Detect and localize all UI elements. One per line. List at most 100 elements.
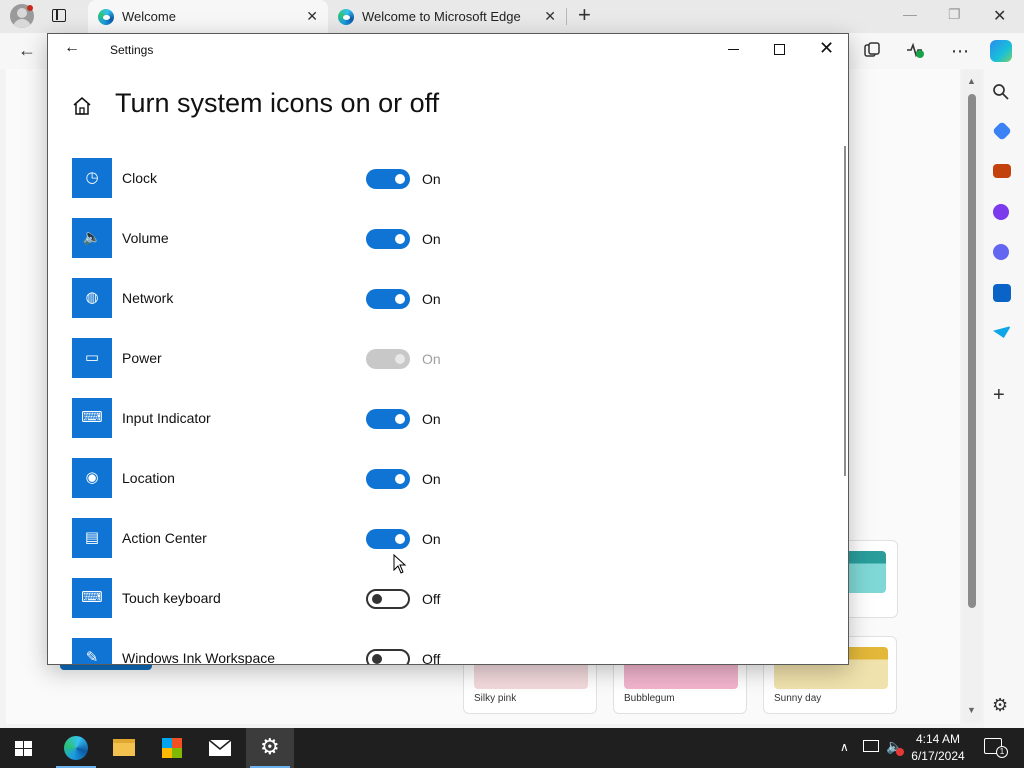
tab-close-icon[interactable]: ✕ [544, 8, 556, 25]
sidebar-settings-gear-icon[interactable]: ⚙ [992, 695, 1008, 716]
tab-actions-menu-icon[interactable] [50, 7, 70, 25]
settings-titlebar: ← Settings ✕ [48, 34, 848, 66]
tools-briefcase-icon[interactable] [993, 164, 1011, 178]
page-scrollbar-thumb[interactable] [968, 94, 976, 608]
more-options-icon[interactable]: ⋯ [950, 41, 970, 61]
network-tray-icon[interactable] [863, 740, 879, 752]
toggle-state-label: On [422, 471, 441, 487]
taskbar-file-explorer-button[interactable] [100, 728, 148, 768]
tab-title: Welcome to Microsoft Edge [362, 9, 521, 24]
system-icon-label: Windows Ink Workspace [122, 650, 276, 665]
notification-count-badge: 1 [996, 746, 1008, 758]
system-icon-label: Location [122, 470, 175, 486]
system-icon-row-windows-ink: ✎ Windows Ink Workspace Off [72, 638, 492, 665]
system-icon-row-action-center: ▤ Action Center On [72, 518, 492, 558]
system-icon-label: Network [122, 290, 174, 306]
collections-icon[interactable] [862, 41, 882, 61]
edge-favicon-icon [98, 8, 114, 25]
windows-ink-toggle[interactable] [366, 649, 410, 664]
home-icon[interactable] [72, 96, 92, 116]
settings-close-button[interactable]: ✕ [819, 38, 834, 59]
taskbar-settings-button[interactable]: ⚙ [246, 728, 294, 768]
system-icon-row-volume: 🔈 Volume On [72, 218, 492, 258]
settings-scrollbar[interactable] [844, 146, 846, 476]
settings-icon: ⚙ [260, 734, 280, 759]
scroll-up-arrow-icon[interactable]: ▲ [967, 76, 976, 86]
file-explorer-icon [113, 739, 135, 756]
power-toggle [366, 349, 410, 369]
system-icon-row-network: ◍ Network On [72, 278, 492, 318]
location-toggle[interactable] [366, 469, 410, 489]
new-tab-button[interactable]: + [578, 4, 591, 26]
browser-essentials-icon[interactable] [905, 41, 925, 61]
page-title: Turn system icons on or off [115, 88, 440, 118]
input-indicator-toggle[interactable] [366, 409, 410, 429]
browser-tab-welcome[interactable]: Welcome ✕ [88, 0, 328, 33]
games-icon[interactable] [993, 204, 1009, 220]
action-center-icon: ▤ [72, 518, 112, 558]
system-icon-row-location: ◉ Location On [72, 458, 492, 498]
tab-title: Welcome [122, 9, 176, 24]
volume-icon: 🔈 [72, 218, 112, 258]
tab-close-icon[interactable]: ✕ [306, 8, 318, 25]
microsoft365-icon[interactable] [993, 244, 1009, 260]
system-icon-label: Power [122, 350, 162, 366]
settings-minimize-button[interactable] [728, 49, 739, 51]
outlook-icon[interactable] [993, 284, 1011, 302]
add-sidebar-app-icon[interactable]: + [993, 384, 1005, 407]
taskbar: ⚙ ∧ 🔈 4:14 AM 6/17/2024 1 [0, 728, 1024, 768]
toggle-state-label: On [422, 351, 441, 367]
tab-separator [566, 8, 567, 25]
browser-close-button[interactable]: ✕ [993, 6, 1006, 26]
copilot-icon[interactable] [990, 40, 1012, 62]
toggle-state-label: On [422, 531, 441, 547]
theme-label: Silky pink [474, 693, 517, 704]
pen-icon: ✎ [72, 638, 112, 664]
settings-window: ← Settings ✕ Turn system icons on or off… [47, 33, 849, 665]
clock-toggle[interactable] [366, 169, 410, 189]
touch-keyboard-toggle[interactable] [366, 589, 410, 609]
system-icon-row-power: ▭ Power On [72, 338, 492, 378]
system-icon-label: Volume [122, 230, 169, 246]
taskbar-store-button[interactable] [148, 728, 196, 768]
toggle-state-label: On [422, 171, 441, 187]
search-icon[interactable] [992, 83, 1010, 106]
show-hidden-icons-chevron-icon[interactable]: ∧ [840, 740, 849, 754]
network-toggle[interactable] [366, 289, 410, 309]
toggle-state-label: Off [422, 591, 441, 607]
location-icon: ◉ [72, 458, 112, 498]
system-icon-row-input-indicator: ⌨ Input Indicator On [72, 398, 492, 438]
power-icon: ▭ [72, 338, 112, 378]
toggle-state-label: On [422, 411, 441, 427]
clock-date[interactable]: 6/17/2024 [908, 749, 968, 763]
toggle-state-label: On [422, 291, 441, 307]
toggle-state-label: On [422, 231, 441, 247]
settings-back-button[interactable]: ← [64, 39, 80, 57]
taskbar-mail-button[interactable] [196, 728, 244, 768]
volume-toggle[interactable] [366, 229, 410, 249]
system-icon-row-clock: ◷ Clock On [72, 158, 492, 198]
muted-badge-icon [896, 748, 904, 756]
theme-label: Bubblegum [624, 693, 675, 704]
settings-maximize-button[interactable] [774, 44, 785, 55]
edge-favicon-icon [338, 8, 354, 25]
profile-notification-dot [27, 5, 33, 11]
scroll-down-arrow-icon[interactable]: ▼ [967, 705, 976, 715]
browser-restore-button[interactable]: ❐ [948, 6, 961, 23]
browser-tab-welcome-edge[interactable]: Welcome to Microsoft Edge ✕ [328, 0, 566, 33]
clock-icon: ◷ [72, 158, 112, 198]
action-center-toggle[interactable] [366, 529, 410, 549]
mail-icon [208, 739, 232, 756]
settings-window-title: Settings [110, 43, 154, 57]
browser-minimize-button[interactable]: — [903, 6, 917, 22]
taskbar-edge-button[interactable] [52, 728, 100, 768]
system-icon-label: Touch keyboard [122, 590, 221, 606]
browser-tab-strip: Welcome ✕ Welcome to Microsoft Edge ✕ + … [0, 0, 1024, 33]
theme-swatch [848, 551, 886, 593]
clock-time[interactable]: 4:14 AM [908, 732, 968, 746]
toggle-state-label: Off [422, 651, 441, 665]
store-icon [162, 738, 182, 758]
theme-card-teal[interactable] [848, 540, 898, 618]
browser-back-button[interactable]: ← [18, 40, 36, 61]
windows-start-icon[interactable] [15, 741, 33, 757]
